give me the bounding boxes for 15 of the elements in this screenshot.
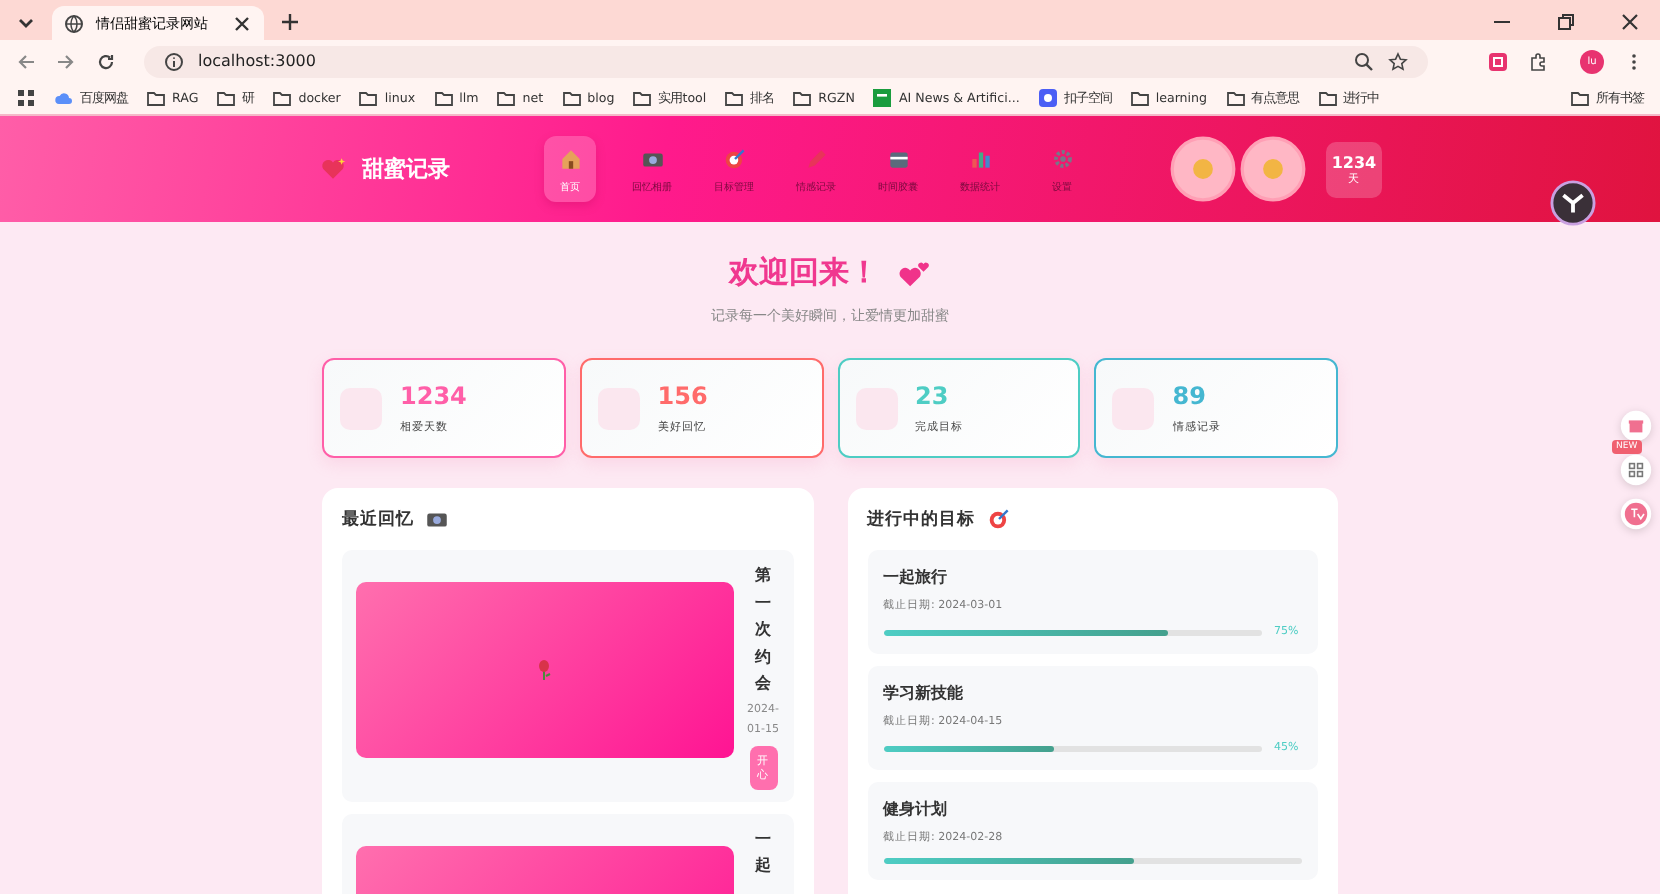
welcome-title: 欢迎回来！ (729, 254, 879, 292)
goal-name: 一起旅行 (883, 566, 949, 588)
stat-value: 156 (657, 382, 708, 410)
panel-title: 进行中的目标 (867, 507, 975, 531)
stat-value: 23 (915, 382, 951, 410)
stat-value: 1234 (400, 382, 467, 410)
memory-card[interactable]: 一起 (342, 813, 793, 894)
memory-title: 第一次约会 (755, 564, 771, 697)
address-bar[interactable]: localhost:3000 (144, 45, 1428, 77)
goal-name: 健身计划 (883, 798, 949, 820)
stat-value: 89 (1172, 382, 1208, 410)
memory-title: 一起 (755, 827, 771, 879)
brand-name: 甜蜜记录 (362, 154, 450, 184)
goal-name: 学习新技能 (883, 682, 965, 704)
panel-title: 最近回忆 (342, 507, 414, 531)
